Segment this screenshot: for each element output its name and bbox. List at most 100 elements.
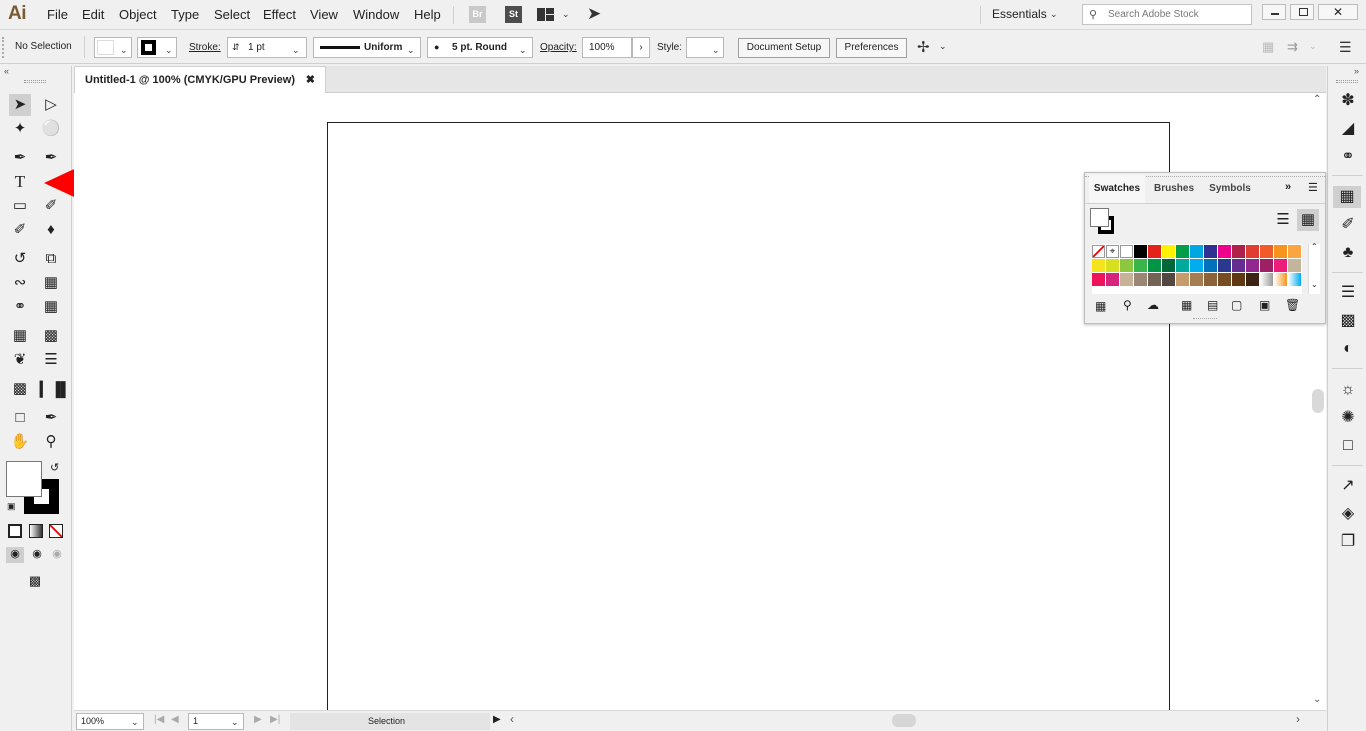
variable-width-profile-dropdown[interactable]: Uniform ⌄	[313, 37, 421, 58]
swatch[interactable]	[1092, 245, 1105, 258]
swatch-scrollbar[interactable]: ⌃ ⌄	[1308, 242, 1320, 294]
lasso-icon[interactable]: ⚪	[40, 118, 62, 140]
panel-menu-icon[interactable]: ☰	[1308, 181, 1318, 194]
appearance-icon[interactable]: ☼	[1337, 379, 1359, 401]
color-icon[interactable]: ✽	[1337, 90, 1359, 112]
swatch[interactable]	[1246, 259, 1259, 272]
graphic-style-dropdown[interactable]: ⌄	[686, 37, 724, 58]
transform-icon[interactable]: ⇉	[1287, 39, 1298, 55]
stroke-weight-field[interactable]: ⇵ 1 pt ⌄	[227, 37, 307, 58]
swatch[interactable]	[1092, 273, 1105, 286]
swatch[interactable]	[1204, 273, 1217, 286]
restore-button[interactable]	[1290, 4, 1314, 20]
gradient-icon[interactable]: ▩	[1337, 310, 1359, 332]
rotate-tool-icon[interactable]: ↺	[9, 248, 31, 270]
swatch[interactable]	[1218, 259, 1231, 272]
chevron-down-icon[interactable]: ⌄	[1309, 41, 1317, 52]
swatch[interactable]	[1274, 273, 1287, 286]
cloud-icon[interactable]: ☁	[1147, 298, 1159, 312]
resize-grip[interactable]	[1193, 318, 1217, 321]
first-artboard-icon[interactable]: |◀	[154, 714, 164, 725]
delete-swatch-icon[interactable]: 🗑	[1285, 298, 1300, 312]
transparency-icon[interactable]: ◐	[1337, 338, 1359, 360]
workspace-switcher[interactable]: Essentials	[992, 7, 1047, 21]
chevron-down-icon[interactable]: ⌄	[1050, 9, 1058, 20]
panel-fill-swatch[interactable]	[1090, 208, 1109, 227]
fill-swatch[interactable]	[6, 461, 42, 497]
swatch[interactable]	[1190, 273, 1203, 286]
type-tool-icon[interactable]: T	[9, 171, 31, 193]
brush-definition-dropdown[interactable]: ● 5 pt. Round ⌄	[427, 37, 533, 58]
perspective-grid-icon[interactable]: ▦	[40, 296, 62, 318]
chevron-down-icon[interactable]: ⌄	[131, 715, 139, 730]
stroke-color-dropdown[interactable]: ⌄	[137, 37, 177, 58]
swatch[interactable]	[1288, 259, 1301, 272]
swatch[interactable]	[1246, 245, 1259, 258]
color-mode-icon[interactable]	[8, 524, 22, 538]
graphic-styles-icon[interactable]: ✺	[1337, 407, 1359, 429]
close-icon[interactable]: ✖	[306, 67, 315, 93]
document-setup-button[interactable]: Document Setup	[738, 38, 830, 58]
swatch[interactable]	[1204, 259, 1217, 272]
swatch[interactable]	[1232, 259, 1245, 272]
arrange-documents-icon[interactable]	[537, 8, 555, 21]
swatch[interactable]	[1106, 273, 1119, 286]
menu-help[interactable]: Help	[414, 7, 441, 22]
swatch[interactable]	[1134, 259, 1147, 272]
color-group-icon[interactable]: ▤	[1207, 298, 1218, 312]
swatch[interactable]: ⌖	[1106, 245, 1119, 258]
graph-tool-icon[interactable]: ▎▐▌	[40, 378, 71, 400]
collapse-icon[interactable]: «	[4, 66, 9, 76]
menu-edit[interactable]: Edit	[82, 7, 104, 22]
stroke-label[interactable]: Stroke:	[189, 42, 221, 53]
select-similar-icon[interactable]: ✢	[917, 38, 930, 56]
chevron-down-icon[interactable]: ⌄	[231, 715, 239, 730]
direct-selection-tool-icon[interactable]: ▷	[40, 94, 62, 116]
chevron-down-icon[interactable]: ⌄	[1313, 694, 1321, 705]
shaper-tool-icon[interactable]: ✐	[9, 219, 31, 241]
shape-builder-icon[interactable]: ⚭	[9, 296, 31, 318]
magic-wand-icon[interactable]: ✦	[9, 118, 31, 140]
menu-file[interactable]: File	[47, 7, 68, 22]
swatch[interactable]	[1232, 273, 1245, 286]
swatch[interactable]	[1190, 245, 1203, 258]
swatch[interactable]	[1260, 245, 1273, 258]
chevron-right-icon[interactable]: ›	[632, 37, 650, 58]
chevron-up-icon[interactable]: ⌃	[1311, 242, 1318, 251]
next-artboard-icon[interactable]: ▶	[254, 714, 262, 725]
chevron-down-icon[interactable]: ⌄	[939, 41, 947, 52]
scale-tool-icon[interactable]: ⧉	[40, 248, 62, 270]
swatch[interactable]	[1134, 245, 1147, 258]
swatch[interactable]	[1218, 245, 1231, 258]
swatch[interactable]	[1148, 245, 1161, 258]
align-icon[interactable]: ▦	[1262, 39, 1274, 55]
swatch[interactable]	[1288, 245, 1301, 258]
expand-panel-icon[interactable]: »	[1285, 181, 1291, 193]
swatch[interactable]	[1162, 259, 1175, 272]
chevron-up-icon[interactable]: ⌃	[1313, 94, 1321, 105]
stroke-icon[interactable]: ☰	[1337, 282, 1359, 304]
swatch[interactable]	[1106, 259, 1119, 272]
status-menu-icon[interactable]: ▶	[493, 714, 501, 725]
search-field[interactable]: ⚲ Search Adobe Stock	[1082, 4, 1252, 25]
draw-normal-icon[interactable]: ◉	[6, 547, 24, 563]
menu-icon[interactable]: ☰	[1339, 39, 1352, 56]
artboards-icon[interactable]: ❐	[1337, 531, 1359, 553]
menu-effect[interactable]: Effect	[263, 7, 296, 22]
chevron-down-icon[interactable]: ⌄	[407, 41, 415, 60]
gradient-tool-icon[interactable]: ▩	[40, 325, 62, 347]
warp-tool-icon[interactable]: ∾	[9, 272, 31, 294]
swatch[interactable]	[1274, 259, 1287, 272]
selection-tool-icon[interactable]: ➤	[9, 94, 31, 116]
chevron-right-icon[interactable]: ›	[1296, 712, 1300, 726]
none-mode-icon[interactable]	[49, 524, 63, 538]
gradient-mode-icon[interactable]	[29, 524, 43, 538]
previous-artboard-icon[interactable]: ◀	[171, 714, 179, 725]
swatch[interactable]	[1176, 259, 1189, 272]
swatch[interactable]	[1148, 273, 1161, 286]
swap-fill-stroke-icon[interactable]: ↺	[50, 461, 59, 474]
blend-tool-icon[interactable]: ☰	[40, 349, 62, 371]
swatch[interactable]	[1260, 273, 1273, 286]
search-input[interactable]: Search Adobe Stock	[1108, 9, 1199, 20]
swatch-libraries-icon[interactable]: ▦	[1095, 299, 1106, 313]
